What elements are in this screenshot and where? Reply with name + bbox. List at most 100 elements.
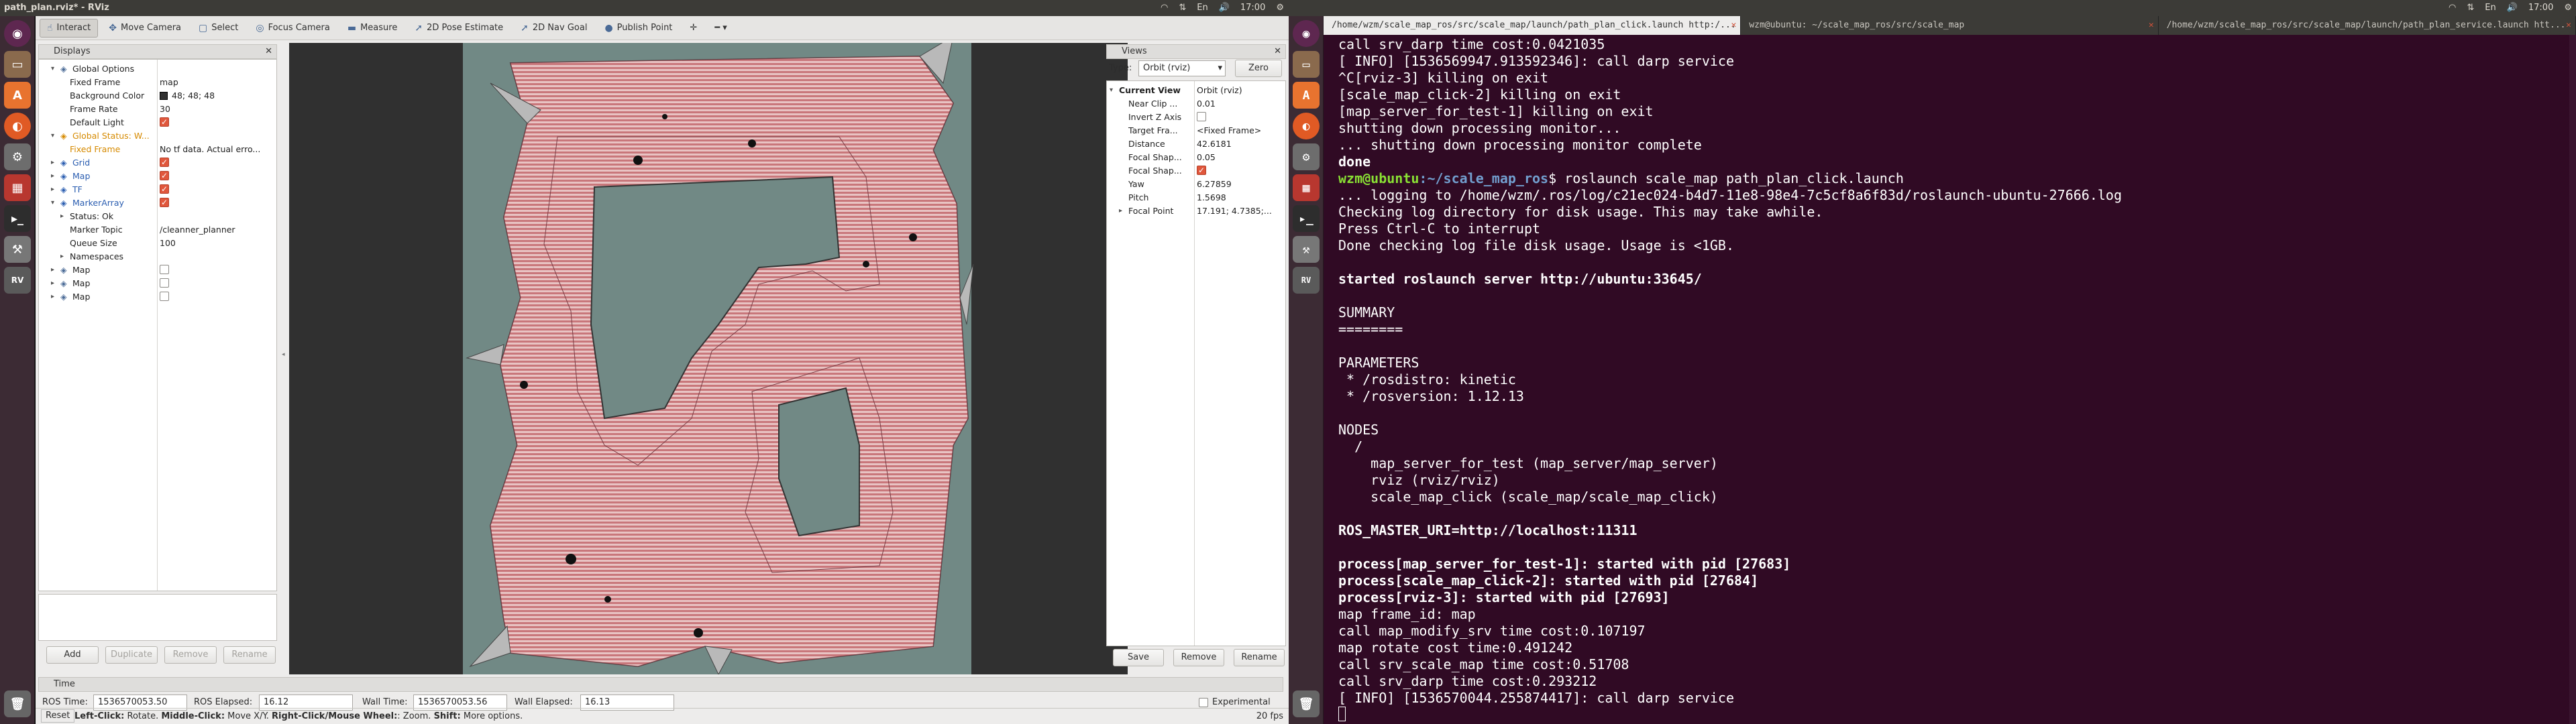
wifi-icon[interactable]: ◠ bbox=[2449, 0, 2456, 16]
close-icon[interactable]: ✕ bbox=[265, 45, 272, 58]
tree-row[interactable]: ▾ ◈ Global Status: W... bbox=[39, 129, 276, 142]
terminal-tab[interactable]: /home/wzm/scale_map_ros/src/scale_map/la… bbox=[1324, 16, 1741, 35]
remove-display-button[interactable]: Remove bbox=[164, 646, 217, 664]
tree-checkbox[interactable] bbox=[160, 183, 169, 196]
tree-checkbox[interactable] bbox=[160, 196, 169, 209]
expand-arrow-icon[interactable]: ▾ bbox=[51, 129, 54, 142]
tree-row[interactable]: Yaw 6.27859 bbox=[1107, 178, 1285, 190]
tool-interact[interactable]: ☝ Interact bbox=[40, 18, 99, 38]
rename-display-button[interactable]: Rename bbox=[223, 646, 276, 664]
trash-icon[interactable]: 🗑 bbox=[1293, 690, 1320, 717]
tree-checkbox[interactable] bbox=[160, 116, 169, 129]
settings-app-icon[interactable]: ⚙ bbox=[4, 143, 31, 170]
expand-arrow-icon[interactable]: ▾ bbox=[51, 62, 54, 75]
tool-2d-pose-estimate[interactable]: ➚ 2D Pose Estimate bbox=[408, 19, 510, 38]
volume-icon[interactable]: 🔊 bbox=[1219, 0, 1230, 16]
apps-icon[interactable]: ▦ bbox=[1293, 174, 1320, 201]
expand-arrow-icon[interactable]: ▸ bbox=[60, 250, 64, 263]
expand-arrow-icon[interactable]: ▸ bbox=[60, 210, 64, 223]
tree-row[interactable]: Frame Rate 30 bbox=[39, 103, 276, 115]
tree-row[interactable]: ▸ ◈ Map bbox=[39, 290, 276, 303]
terminal-scrollbar[interactable] bbox=[2569, 35, 2576, 724]
expand-arrow-icon[interactable]: ▸ bbox=[51, 170, 54, 182]
add-display-button[interactable]: Add bbox=[46, 646, 99, 664]
tools-icon[interactable]: ⚒ bbox=[1293, 236, 1320, 263]
tree-row[interactable]: ▸ Status: Ok bbox=[39, 210, 276, 223]
experimental-checkbox[interactable] bbox=[1199, 698, 1208, 707]
tree-checkbox[interactable] bbox=[160, 170, 169, 182]
tree-row[interactable]: Distance 42.6181 bbox=[1107, 137, 1285, 150]
keyboard-icon[interactable]: En bbox=[1197, 0, 1208, 16]
tree-row[interactable]: Focal Shap... 0.05 bbox=[1107, 151, 1285, 164]
tree-checkbox[interactable] bbox=[160, 265, 169, 274]
tool-move-camera[interactable]: ✥ Move Camera bbox=[102, 19, 188, 38]
tree-row[interactable]: Queue Size 100 bbox=[39, 237, 276, 249]
terminal-tab[interactable]: /home/wzm/scale_map_ros/src/scale_map/la… bbox=[2159, 16, 2576, 35]
expand-arrow-icon[interactable]: ▸ bbox=[51, 290, 54, 303]
splitter-left[interactable]: ◂ bbox=[281, 43, 286, 673]
tree-row[interactable]: Focal Shap... bbox=[1107, 164, 1285, 177]
trash-icon[interactable]: 🗑 bbox=[4, 690, 31, 717]
dash-icon[interactable]: ◉ bbox=[1293, 20, 1320, 47]
tool-publish-point[interactable]: ● Publish Point bbox=[598, 19, 679, 38]
tree-row[interactable]: ▾ ◈ Global Options bbox=[39, 62, 276, 75]
expand-arrow-icon[interactable]: ▸ bbox=[1119, 204, 1122, 217]
clock-right[interactable]: 17:00 bbox=[2528, 0, 2553, 16]
settings-app-icon[interactable]: ⚙ bbox=[1293, 143, 1320, 170]
tree-checkbox[interactable] bbox=[1197, 164, 1206, 177]
remove-tool-button[interactable]: ━ ▾ bbox=[708, 19, 733, 38]
clock-left[interactable]: 17:00 bbox=[1240, 0, 1265, 16]
tree-row[interactable]: ▸ Focal Point 17.191; 4.7385;... bbox=[1107, 204, 1285, 217]
tree-checkbox[interactable] bbox=[160, 292, 169, 301]
transfer-icon[interactable]: ⇅ bbox=[1179, 0, 1186, 16]
save-view-button[interactable]: Save bbox=[1113, 649, 1164, 666]
view-type-select[interactable]: Orbit (rviz) ▾ bbox=[1138, 60, 1226, 76]
tree-row[interactable]: ▸ Namespaces bbox=[39, 250, 276, 263]
keyboard-icon[interactable]: En bbox=[2485, 0, 2496, 16]
expand-arrow-icon[interactable]: ▾ bbox=[51, 196, 54, 209]
tree-row[interactable]: Pitch 1.5698 bbox=[1107, 191, 1285, 204]
tree-row[interactable]: ▸ ◈ Map bbox=[39, 170, 276, 182]
tree-row[interactable]: ▸ ◈ Map bbox=[39, 277, 276, 290]
tools-icon[interactable]: ⚒ bbox=[4, 236, 31, 263]
apps-icon[interactable]: ▦ bbox=[4, 174, 31, 201]
software-center-icon[interactable]: A bbox=[1293, 82, 1320, 109]
close-icon[interactable]: ✕ bbox=[2149, 16, 2154, 35]
terminal-icon[interactable]: ▸_ bbox=[4, 205, 31, 232]
expand-arrow-icon[interactable]: ▸ bbox=[51, 183, 54, 196]
duplicate-display-button[interactable]: Duplicate bbox=[105, 646, 158, 664]
firefox-icon[interactable]: ◐ bbox=[4, 113, 31, 139]
tree-row[interactable]: Invert Z Axis bbox=[1107, 111, 1285, 123]
zero-button[interactable]: Zero bbox=[1235, 60, 1282, 77]
tree-row[interactable]: ▾ ◈ MarkerArray bbox=[39, 196, 276, 209]
software-center-icon[interactable]: A bbox=[4, 82, 31, 109]
tree-row[interactable]: Target Fra... <Fixed Frame> bbox=[1107, 124, 1285, 137]
tree-checkbox[interactable] bbox=[160, 278, 169, 288]
close-icon[interactable]: ✕ bbox=[1274, 45, 1281, 58]
tree-row[interactable]: Background Color 48; 48; 48 bbox=[39, 89, 276, 102]
expand-arrow-icon[interactable]: ▸ bbox=[51, 263, 54, 276]
volume-icon[interactable]: 🔊 bbox=[2507, 0, 2518, 16]
tree-row[interactable]: Near Clip ... 0.01 bbox=[1107, 97, 1285, 110]
rviz-icon[interactable]: RV bbox=[1293, 267, 1320, 294]
firefox-icon[interactable]: ◐ bbox=[1293, 113, 1320, 139]
expand-arrow-icon[interactable]: ▸ bbox=[51, 156, 54, 169]
transfer-icon[interactable]: ⇅ bbox=[2467, 0, 2474, 16]
tree-row[interactable]: ▸ ◈ Map bbox=[39, 263, 276, 276]
tree-row[interactable]: Fixed Frame map bbox=[39, 76, 276, 88]
add-tool-button[interactable]: ✛ bbox=[683, 19, 704, 38]
wifi-icon[interactable]: ◠ bbox=[1161, 0, 1168, 16]
terminal-tab[interactable]: wzm@ubuntu: ~/scale_map_ros/src/scale_ma… bbox=[1741, 16, 2159, 35]
settings-icon[interactable]: ⚙ bbox=[2564, 0, 2572, 16]
tool-select[interactable]: ▢ Select bbox=[192, 19, 245, 38]
dash-icon[interactable]: ◉ bbox=[4, 20, 31, 47]
expand-arrow-icon[interactable]: ▾ bbox=[1110, 84, 1113, 97]
views-tree[interactable]: ▾ Current View Orbit (rviz) Near Clip ... 0.… bbox=[1106, 80, 1286, 646]
tool-focus-camera[interactable]: ◎ Focus Camera bbox=[249, 19, 337, 38]
close-icon[interactable]: ✕ bbox=[1731, 16, 1737, 35]
tree-row[interactable]: ▸ ◈ Grid bbox=[39, 156, 276, 169]
tree-checkbox[interactable] bbox=[1197, 112, 1206, 121]
remove-view-button[interactable]: Remove bbox=[1173, 649, 1224, 666]
tool-2d-nav-goal[interactable]: ➚ 2D Nav Goal bbox=[514, 19, 594, 38]
settings-icon[interactable]: ⚙ bbox=[1276, 0, 1284, 16]
